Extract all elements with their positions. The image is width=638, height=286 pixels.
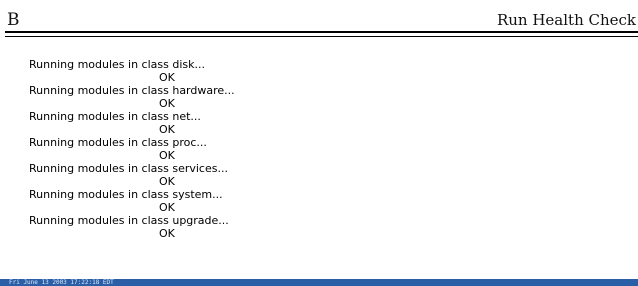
module-class-message: Running modules in class hardware... <box>29 84 235 97</box>
header-divider-thin <box>5 36 638 37</box>
module-class-status: OK <box>159 227 175 240</box>
module-class-message: Running modules in class disk... <box>29 58 205 71</box>
module-class-message: Running modules in class upgrade... <box>29 214 229 227</box>
status-timestamp: Fri June 13 2003 17:22:18 EDT <box>9 279 114 286</box>
module-class-status: OK <box>159 71 175 84</box>
output-entry: Running modules in class proc... OK <box>29 136 589 162</box>
output-entry: Running modules in class hardware... OK <box>29 84 589 110</box>
module-class-status: OK <box>159 201 175 214</box>
module-class-status: OK <box>159 149 175 162</box>
output-entry: Running modules in class upgrade... OK <box>29 214 589 240</box>
output-entry: Running modules in class services... OK <box>29 162 589 188</box>
page-title: Run Health Check <box>496 11 636 29</box>
output-entry: Running modules in class net... OK <box>29 110 589 136</box>
header-divider-thick <box>5 31 638 33</box>
health-check-output: Running modules in class disk... OK Runn… <box>29 58 589 240</box>
header-logo-letter: B <box>7 10 20 30</box>
module-class-status: OK <box>159 97 175 110</box>
module-class-message: Running modules in class system... <box>29 188 223 201</box>
module-class-status: OK <box>159 175 175 188</box>
module-class-message: Running modules in class services... <box>29 162 228 175</box>
module-class-message: Running modules in class proc... <box>29 136 207 149</box>
status-bar: Fri June 13 2003 17:22:18 EDT <box>0 279 638 286</box>
page-header: B Run Health Check <box>0 0 638 30</box>
module-class-message: Running modules in class net... <box>29 110 201 123</box>
module-class-status: OK <box>159 123 175 136</box>
output-entry: Running modules in class disk... OK <box>29 58 589 84</box>
output-entry: Running modules in class system... OK <box>29 188 589 214</box>
